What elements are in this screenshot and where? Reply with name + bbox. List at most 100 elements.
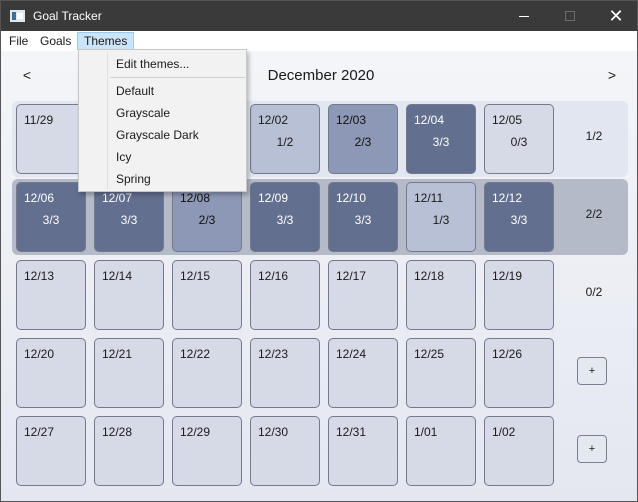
day-date: 12/16 [258,269,289,283]
day-cell[interactable]: 11/29 [16,104,86,174]
minimize-icon [519,15,529,17]
day-score: 3/3 [276,213,294,227]
day-date: 12/05 [492,113,523,127]
day-date: 12/30 [258,425,289,439]
menu-theme-spring[interactable]: Spring [116,170,151,188]
day-date: 12/23 [258,347,289,361]
day-cell[interactable]: 12/24 [328,338,398,408]
next-month-button[interactable]: > [604,67,620,87]
day-cell[interactable]: 12/30 [250,416,320,486]
day-cell[interactable]: 12/08 2/3 [172,182,242,252]
day-score: 0/3 [510,135,528,149]
day-cell[interactable]: 12/25 [406,338,476,408]
title-bar[interactable]: Goal Tracker ✕ [1,1,637,31]
day-date: 12/25 [414,347,445,361]
day-cell[interactable]: 12/02 1/2 [250,104,320,174]
day-score: 3/3 [510,213,528,227]
day-cell[interactable]: 12/19 [484,260,554,330]
day-score: 2/3 [354,135,372,149]
day-cell[interactable]: 12/22 [172,338,242,408]
week-row: 12/27 12/28 12/29 12/30 12/31 1/01 1/02 + [12,413,628,489]
menu-file[interactable]: File [4,32,33,50]
day-date: 12/17 [336,269,367,283]
day-date: 12/20 [24,347,55,361]
week-summary: 1/2 [585,129,603,143]
day-date: 12/18 [414,269,445,283]
week-summary: 0/2 [585,285,603,299]
day-cell[interactable]: 12/26 [484,338,554,408]
day-score: 1/3 [432,213,450,227]
day-cell[interactable]: 1/01 [406,416,476,486]
day-cell[interactable]: 12/13 [16,260,86,330]
day-score: 1/2 [276,135,294,149]
day-cell[interactable]: 12/31 [328,416,398,486]
menu-bar: File Goals Themes [1,31,637,51]
menu-separator [110,77,245,78]
day-date: 12/26 [492,347,523,361]
menu-theme-icy[interactable]: Icy [116,148,131,166]
week-summary: 2/2 [585,207,603,221]
minimize-button[interactable] [501,1,547,31]
day-cell[interactable]: 12/06 3/3 [16,182,86,252]
add-goal-button[interactable]: + [577,435,607,463]
menu-theme-grayscale[interactable]: Grayscale [116,104,170,122]
day-cell[interactable]: 12/11 1/3 [406,182,476,252]
day-cell[interactable]: 12/20 [16,338,86,408]
close-icon: ✕ [608,5,624,26]
day-score: 3/3 [120,213,138,227]
day-date: 1/02 [492,425,516,439]
menu-gutter [107,52,108,189]
add-goal-button[interactable]: + [577,357,607,385]
day-cell[interactable]: 12/23 [250,338,320,408]
day-score: 3/3 [432,135,450,149]
day-cell[interactable]: 12/09 3/3 [250,182,320,252]
window-title: Goal Tracker [33,9,102,23]
day-date: 12/03 [336,113,367,127]
day-cell[interactable]: 12/07 3/3 [94,182,164,252]
day-cell[interactable]: 12/10 3/3 [328,182,398,252]
day-score: 2/3 [198,213,216,227]
day-cell[interactable]: 12/16 [250,260,320,330]
close-button[interactable]: ✕ [593,1,637,31]
day-cell[interactable]: 1/02 [484,416,554,486]
day-date: 11/29 [24,113,54,127]
day-date: 12/07 [102,191,133,205]
menu-edit-themes[interactable]: Edit themes... [116,55,189,73]
week-row: 12/20 12/21 12/22 12/23 12/24 12/25 12/26 + [12,335,628,411]
day-cell[interactable]: 12/15 [172,260,242,330]
day-cell[interactable]: 12/12 3/3 [484,182,554,252]
week-row: 12/13 12/14 12/15 12/16 12/17 12/18 12/19 0/2 [12,257,628,333]
day-date: 12/12 [492,191,523,205]
day-cell[interactable]: 12/03 2/3 [328,104,398,174]
app-window: Goal Tracker ✕ File Goals Themes < Decem… [0,0,638,502]
maximize-button[interactable] [547,1,593,31]
day-cell[interactable]: 12/05 0/3 [484,104,554,174]
day-cell[interactable]: 12/18 [406,260,476,330]
maximize-icon [565,11,575,21]
day-date: 1/01 [414,425,438,439]
day-date: 12/11 [414,191,444,205]
day-date: 12/04 [414,113,445,127]
menu-goals[interactable]: Goals [35,32,76,50]
day-date: 12/28 [102,425,133,439]
day-date: 12/27 [24,425,55,439]
day-cell[interactable]: 12/04 3/3 [406,104,476,174]
day-cell[interactable]: 12/21 [94,338,164,408]
day-cell[interactable]: 12/29 [172,416,242,486]
day-date: 12/19 [492,269,523,283]
prev-month-button[interactable]: < [19,67,35,87]
day-date: 12/08 [180,191,211,205]
menu-theme-default[interactable]: Default [116,82,154,100]
day-date: 12/10 [336,191,367,205]
day-date: 12/31 [336,425,367,439]
day-score: 3/3 [42,213,60,227]
day-cell[interactable]: 12/17 [328,260,398,330]
menu-theme-grayscale-dark[interactable]: Grayscale Dark [116,126,199,144]
day-cell[interactable]: 12/27 [16,416,86,486]
day-date: 12/29 [180,425,211,439]
menu-themes[interactable]: Themes [77,32,135,50]
day-cell[interactable]: 12/28 [94,416,164,486]
app-icon [10,10,25,22]
day-date: 12/22 [180,347,211,361]
day-cell[interactable]: 12/14 [94,260,164,330]
